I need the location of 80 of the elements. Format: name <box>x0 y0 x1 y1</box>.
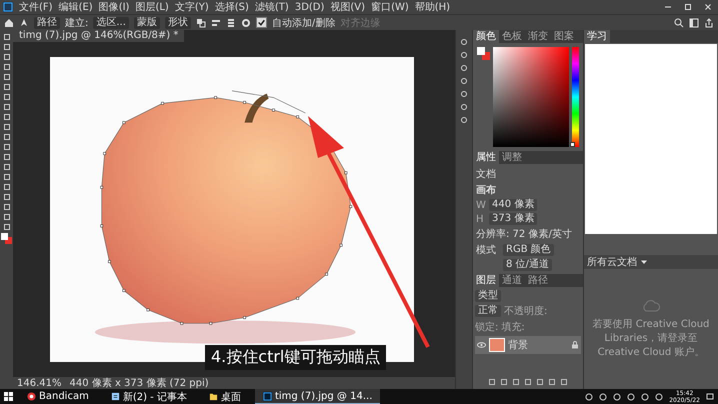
home-icon[interactable] <box>4 18 14 28</box>
menu-item[interactable]: 编辑(E) <box>58 0 93 14</box>
close-icon[interactable] <box>704 3 712 11</box>
panel-tab[interactable]: 学习 <box>584 30 610 43</box>
menu-item[interactable]: 文件(F) <box>19 0 53 14</box>
menu-item[interactable]: 文字(Y) <box>174 0 209 14</box>
group-title: 画布 <box>476 184 497 197</box>
panel-tab[interactable]: 渐变 <box>525 30 551 43</box>
document-info: 440 像素 x 373 像素 (72 ppi) <box>70 376 209 390</box>
photoshop-icon <box>262 392 272 400</box>
align-icon[interactable] <box>210 18 221 28</box>
caption: 4.按住ctrl键可拖动瞄点 <box>205 345 386 370</box>
windows-start-icon[interactable] <box>4 392 13 401</box>
layer-name: 背景 <box>508 338 529 352</box>
caret-icon[interactable] <box>640 258 648 266</box>
panel-tab[interactable]: 通道 <box>499 274 525 287</box>
auto-add-delete-checkbox[interactable] <box>256 17 267 28</box>
panel-tab[interactable]: 图层 <box>473 274 499 287</box>
mode-label: 模式 <box>476 244 497 257</box>
menu-item[interactable]: 视图(V) <box>330 0 366 14</box>
notepad-icon <box>110 392 120 401</box>
menu-item[interactable]: 3D(D) <box>294 2 324 12</box>
opacity-label: 不透明度: <box>504 304 548 318</box>
visibility-icon[interactable] <box>477 342 486 348</box>
panel-tab[interactable]: 颜色 <box>473 30 499 43</box>
panel-tab[interactable]: 色板 <box>499 30 525 43</box>
selection-button[interactable]: 选区... <box>93 16 129 28</box>
share-icon[interactable] <box>704 18 714 28</box>
menu-item[interactable]: 帮助(H) <box>414 0 450 14</box>
hue-slider[interactable] <box>572 47 579 147</box>
mode-dropdown[interactable]: 路径 <box>34 16 60 28</box>
taskbar-app[interactable]: 新(2) - 记事本 <box>102 389 195 404</box>
layer-row[interactable]: 背景 <box>475 336 581 354</box>
menu-item[interactable]: 图像(I) <box>98 0 130 14</box>
panel-tab[interactable]: 调整 <box>499 151 525 164</box>
panel-tab[interactable]: 属性 <box>473 151 499 164</box>
depth-dropdown[interactable]: 8 位/通道 <box>503 259 552 271</box>
menu-item[interactable]: 图层(L) <box>135 0 169 14</box>
record-icon <box>27 392 36 401</box>
document-tab[interactable]: timg (7).jpg @ 146%(RGB/8#) * <box>13 30 184 42</box>
zoom-level: 146.41% <box>17 378 62 388</box>
mode-dropdown[interactable]: RGB 颜色 <box>503 244 554 256</box>
section-title: 文档 <box>476 168 497 181</box>
color-field[interactable] <box>493 47 569 147</box>
auto-add-delete-label: 自动添加/删除 <box>272 16 336 30</box>
width-label: W <box>476 200 486 210</box>
app-logo-icon <box>3 2 13 12</box>
width-field[interactable]: 440 像素 <box>489 199 538 211</box>
layer-thumbnail <box>489 338 505 352</box>
lock-label: 锁定: <box>475 320 498 334</box>
arrange-icon[interactable] <box>226 18 236 28</box>
panel-tab[interactable]: 图案 <box>551 30 577 43</box>
blend-mode-dropdown[interactable]: 正常 <box>475 305 501 317</box>
hue-slider-thumb[interactable] <box>570 142 575 147</box>
mask-button[interactable]: 蒙版 <box>134 16 160 28</box>
taskbar-app[interactable]: timg (7).jpg @ 14... <box>254 389 380 404</box>
search-icon[interactable] <box>674 18 684 28</box>
taskbar-app[interactable]: Bandicam <box>19 389 97 404</box>
make-label: 建立: <box>65 16 88 30</box>
resolution-text: 分辨率: 72 像素/英寸 <box>476 228 573 241</box>
color-swatches[interactable] <box>477 47 490 60</box>
menu-item[interactable]: 选择(S) <box>214 0 249 14</box>
panel-tab[interactable]: 路径 <box>525 274 551 287</box>
cloud-icon <box>641 299 661 313</box>
workspace-icon[interactable] <box>689 18 699 28</box>
pen-tool-icon[interactable] <box>19 18 29 28</box>
filter-dropdown[interactable]: 类型 <box>475 290 501 302</box>
taskbar-app[interactable]: 桌面 <box>200 389 249 404</box>
color-swatches[interactable] <box>1 233 12 244</box>
height-field[interactable]: 373 像素 <box>489 213 538 225</box>
fill-label: 填充: <box>501 320 525 334</box>
folder-icon <box>208 392 218 401</box>
menu-item[interactable]: 窗口(W) <box>371 0 409 14</box>
height-label: H <box>476 214 485 224</box>
path-operations-icon[interactable] <box>196 18 206 28</box>
library-message: 若要使用 Creative Cloud Libraries，请登录至 Creative Cloud 账户。 <box>592 318 710 359</box>
notification-icon[interactable] <box>706 392 714 400</box>
menu-item[interactable]: 滤镜(T) <box>254 0 289 14</box>
maximize-icon[interactable] <box>684 3 692 11</box>
shape-button[interactable]: 形状 <box>164 16 191 28</box>
